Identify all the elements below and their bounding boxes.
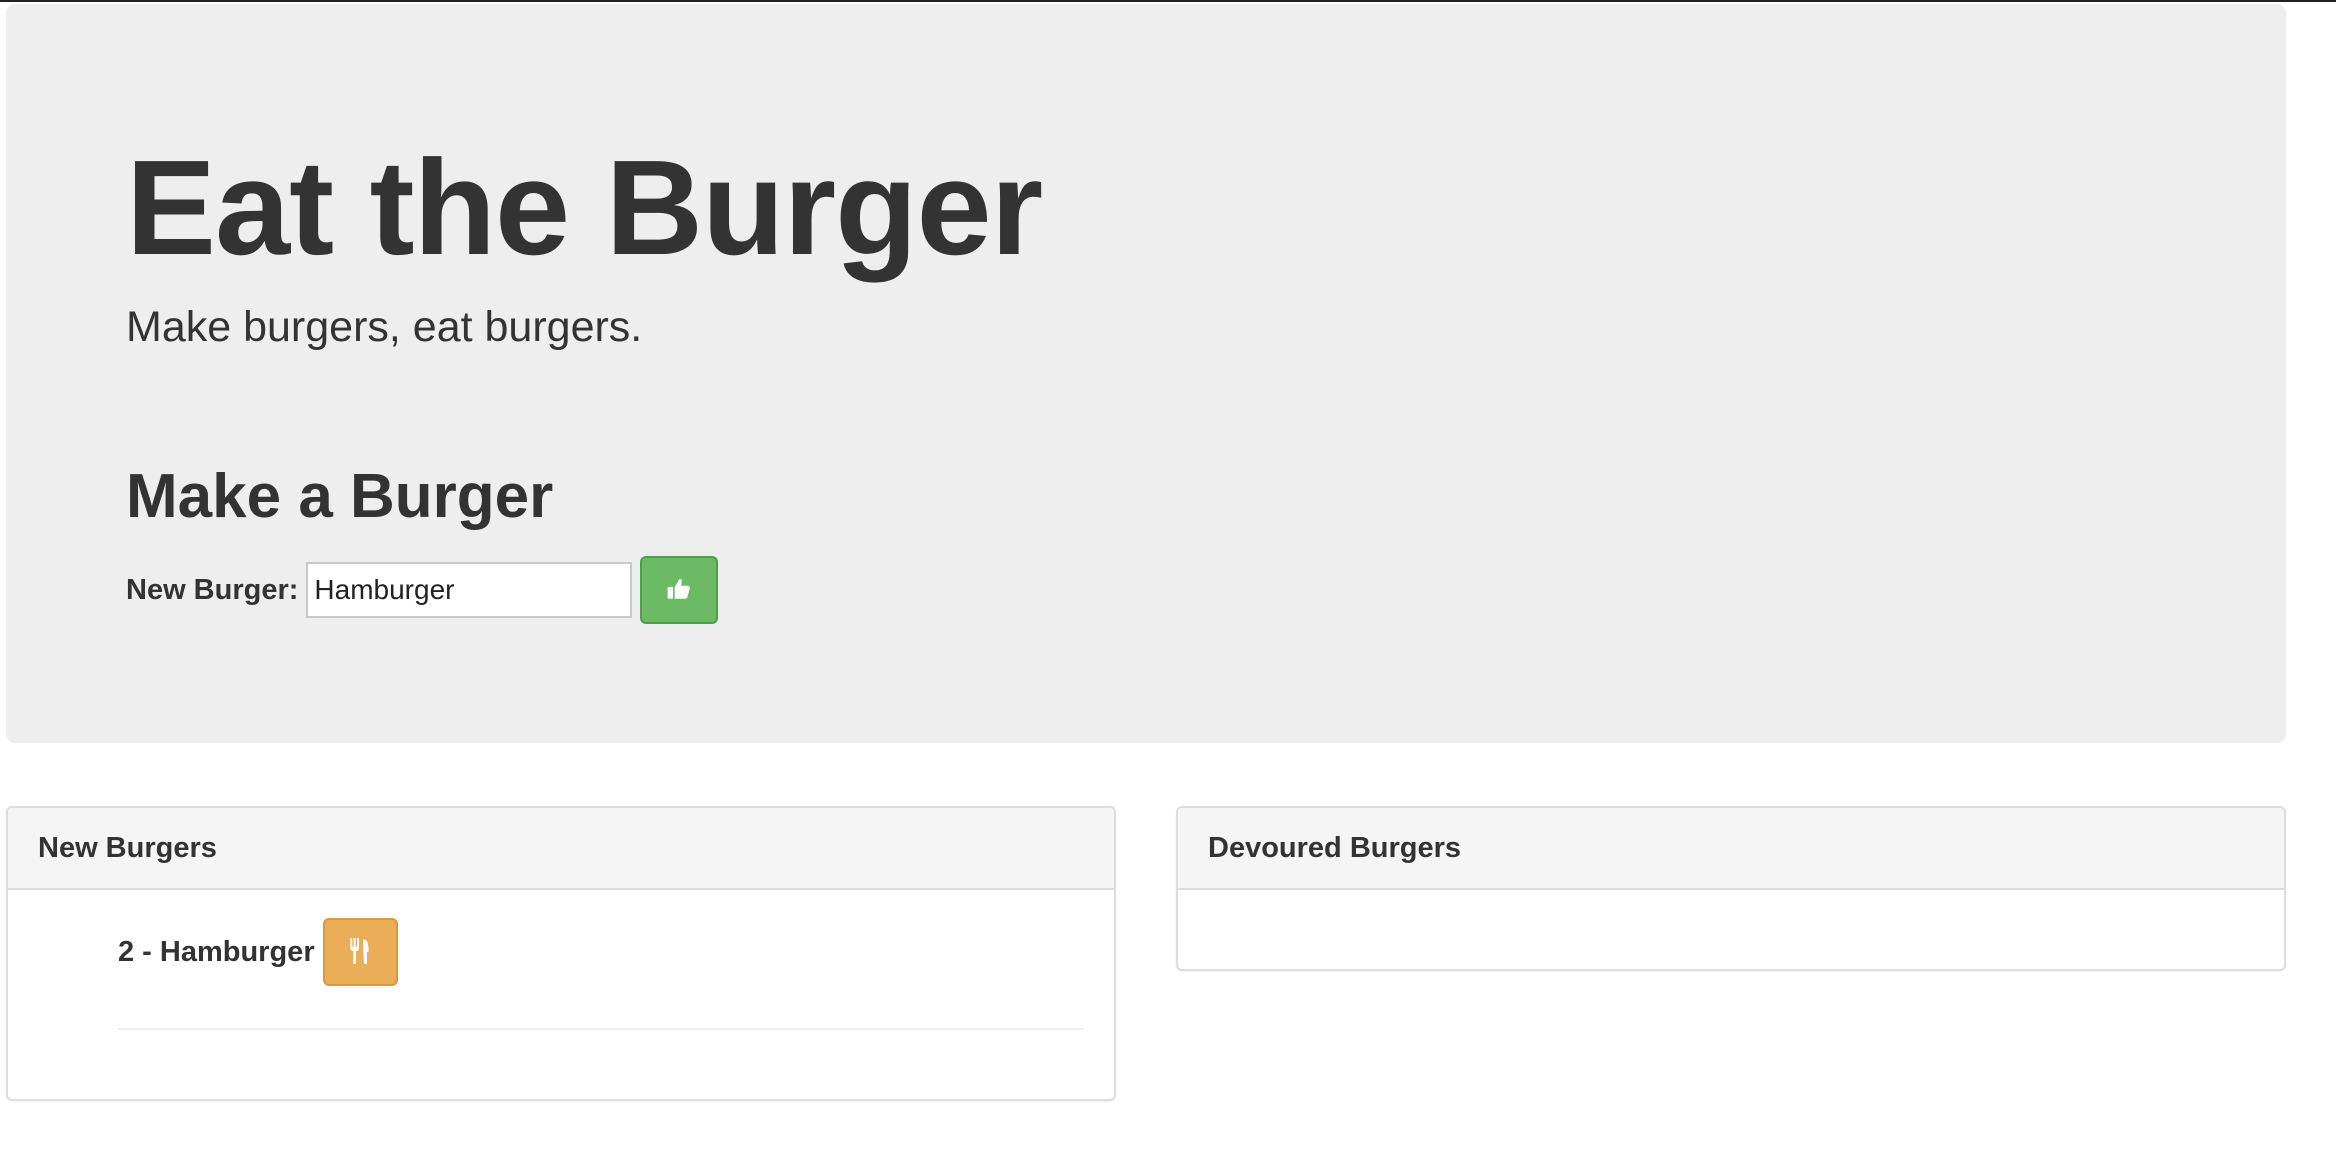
jumbotron-header: Eat the Burger Make burgers, eat burgers… [6, 4, 2286, 743]
page-title: Eat the Burger [126, 132, 1043, 283]
new-burger-input[interactable] [306, 562, 633, 618]
new-burger-form: New Burger: [126, 556, 719, 624]
add-burger-button[interactable] [640, 556, 719, 624]
top-border [0, 0, 2336, 2]
new-burgers-list: 2 - Hamburger [8, 890, 1114, 1030]
burger-row: 2 - Hamburger [118, 918, 398, 986]
new-burger-label: New Burger: [126, 573, 299, 606]
cutlery-icon [347, 936, 373, 969]
thumbs-up-icon [666, 576, 692, 605]
new-burgers-heading: New Burgers [8, 808, 1114, 890]
burger-name: 2 - Hamburger [118, 935, 315, 968]
new-burgers-panel: New Burgers 2 - Hamburger [6, 806, 1116, 1101]
make-burger-heading: Make a Burger [126, 462, 554, 531]
devour-button[interactable] [322, 918, 398, 986]
devoured-burgers-panel: Devoured Burgers [1176, 806, 2286, 971]
devoured-burgers-heading: Devoured Burgers [1178, 808, 2284, 890]
list-item: 2 - Hamburger [118, 890, 1084, 1030]
page-subtitle: Make burgers, eat burgers. [126, 303, 643, 351]
